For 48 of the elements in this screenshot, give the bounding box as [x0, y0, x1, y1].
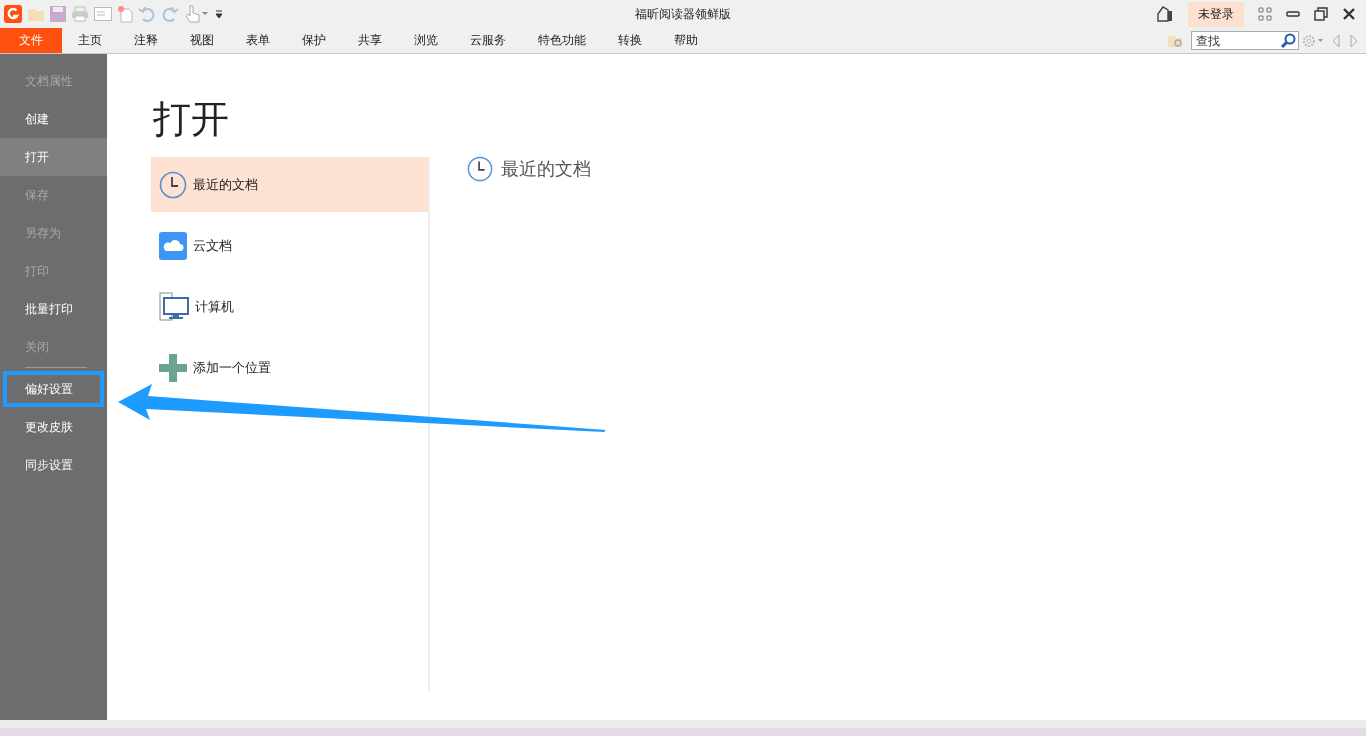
settings-icon[interactable]	[1302, 32, 1324, 49]
computer-icon	[159, 291, 189, 322]
menu-tab[interactable]: 帮助	[658, 28, 714, 53]
location-item[interactable]: 计算机	[151, 279, 428, 334]
close-icon[interactable]	[1342, 7, 1356, 21]
sidebar-item[interactable]: 创建	[0, 100, 107, 138]
save-icon[interactable]	[50, 6, 66, 22]
menu-tab[interactable]: 云服务	[454, 28, 522, 53]
menu-tab[interactable]: 视图	[174, 28, 230, 53]
location-item[interactable]: 最近的文档	[151, 157, 428, 212]
page-title: 打开	[153, 96, 230, 143]
menu-tab[interactable]: 转换	[602, 28, 658, 53]
redo-icon[interactable]	[161, 6, 179, 22]
window-title: 福昕阅读器领鲜版	[635, 6, 731, 21]
sidebar-item[interactable]: 批量打印	[0, 290, 107, 328]
menu-tab[interactable]: 保护	[286, 28, 342, 53]
menu-tab[interactable]: 注释	[118, 28, 174, 53]
menu-tab[interactable]: 浏览	[398, 28, 454, 53]
sidebar-item[interactable]: 打开	[0, 138, 107, 176]
clock-icon	[467, 156, 493, 182]
section-title: 最近的文档	[501, 157, 591, 181]
undo-icon[interactable]	[138, 6, 156, 22]
app-logo-icon[interactable]	[4, 5, 22, 23]
menu-tab[interactable]: 特色功能	[522, 28, 602, 53]
cloud-icon	[159, 231, 187, 260]
account-button[interactable]: 未登录	[1188, 1, 1244, 27]
fullscreen-icon[interactable]	[1258, 7, 1272, 21]
restore-icon[interactable]	[1314, 7, 1328, 21]
printer-icon[interactable]	[71, 6, 89, 22]
menu-tab[interactable]: 表单	[230, 28, 286, 53]
previous-icon[interactable]	[1330, 32, 1342, 49]
hand-pointer-icon[interactable]	[184, 5, 210, 23]
menu-tab[interactable]: 共享	[342, 28, 398, 53]
next-icon[interactable]	[1348, 32, 1360, 49]
menu-tab[interactable]: 主页	[62, 28, 118, 53]
minimize-icon[interactable]	[1286, 10, 1300, 18]
sidebar-item[interactable]: 同步设置	[0, 446, 107, 484]
search-field[interactable]: 查找	[1191, 31, 1299, 50]
sidebar-item[interactable]: 更改皮肤	[0, 408, 107, 446]
mail-icon[interactable]	[94, 7, 112, 21]
dropdown-icon[interactable]	[215, 9, 223, 19]
location-item[interactable]: 云文档	[151, 218, 428, 273]
folder-icon[interactable]	[27, 6, 45, 22]
plus-icon	[159, 353, 187, 382]
location-item[interactable]: 添加一个位置	[151, 340, 428, 395]
new-document-icon[interactable]	[117, 5, 133, 23]
sidebar-item[interactable]: 偏好设置	[2, 370, 105, 408]
clock-icon	[159, 170, 187, 199]
